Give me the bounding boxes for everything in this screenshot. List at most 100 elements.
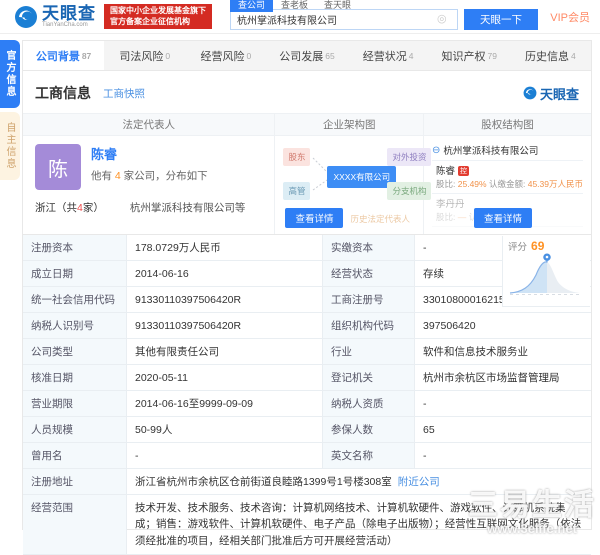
tab-label: 经营状况 [363, 48, 407, 64]
desc-post: 家公司，分布如下 [121, 170, 208, 182]
address-cell: 浙江省杭州市余杭区仓前街道良睦路1399号1号楼308室 附近公司 [127, 469, 591, 494]
collapse-icon[interactable]: ⊖ [432, 145, 440, 156]
table-row: 人员规模 50-99人 参保人数 65 [23, 417, 591, 443]
ratio-label: 股比: [436, 179, 455, 189]
org-chart-detail-button[interactable]: 查看详情 [285, 208, 343, 228]
info-value: 91330110397506420R [127, 287, 323, 312]
top-header: 天眼查 TianYanCha.com 国家中小企业发展基金旗下 官方备案企业征信… [0, 0, 600, 34]
amount-label: 认缴金额: [489, 179, 525, 189]
tab-label: 经营风险 [200, 48, 244, 64]
tab-count: 0 [165, 51, 170, 61]
info-value: 178.0729万人民币 [127, 235, 323, 260]
org-node-company-center[interactable]: XXXX有限公司 [327, 166, 396, 188]
legal-rep-name-link[interactable]: 陈睿 [91, 144, 208, 163]
info-label: 实缴资本 [323, 235, 415, 260]
info-value: 2020-05-11 [127, 365, 323, 390]
vip-member-link[interactable]: VIP会员 [550, 9, 590, 25]
tab-operating-risk[interactable]: 经营风险0 [185, 41, 266, 70]
side-tabs: 官方信息 自主信息 [0, 40, 22, 184]
search-tab-boss[interactable]: 查老板 [273, 0, 316, 12]
info-value: 2014-06-16 [127, 261, 323, 286]
table-row: 公司类型 其他有限责任公司 行业 软件和信息技术服务业 [23, 339, 591, 365]
table-row: 曾用名 - 英文名称 - [23, 443, 591, 469]
tab-label: 知识产权 [442, 48, 486, 64]
info-value: 杭州市余杭区市场监督管理局 [415, 365, 591, 390]
tab-judicial-risk[interactable]: 司法风险0 [104, 41, 185, 70]
scope-cell: 技术开发、技术服务、技术咨询：计算机网络技术、计算机软硬件、游戏软件、计算机系统… [127, 495, 591, 554]
info-label: 核准日期 [23, 365, 127, 390]
tab-history-info[interactable]: 历史信息4 [510, 41, 591, 70]
nearby-companies-link[interactable]: 附近公司 [398, 474, 440, 489]
search-input[interactable] [230, 9, 458, 30]
equity-chart-panel-title: 股权结构图 [424, 114, 591, 136]
business-snapshot-link[interactable]: 工商快照 [103, 86, 145, 101]
tianyancha-swirl-icon-small [523, 86, 537, 100]
info-label: 行业 [323, 339, 415, 364]
info-value: 65 [415, 417, 591, 442]
ratio-value: 25.49% [458, 179, 487, 189]
info-label: 注册地址 [23, 469, 127, 494]
sidebar-tab-official-info[interactable]: 官方信息 [0, 40, 20, 108]
info-label: 纳税人资质 [323, 391, 415, 416]
tab-label: 司法风险 [119, 48, 163, 64]
info-label: 工商注册号 [323, 287, 415, 312]
info-label: 公司类型 [23, 339, 127, 364]
info-value: 50-99人 [127, 417, 323, 442]
search-type-tabs: 查公司 查老板 查天眼 [230, 0, 359, 12]
gov-badge-line1: 国家中小企业发展基金旗下 [110, 6, 206, 17]
org-chart-panel: 企业架构图 股东 高管 XXXX有限公司 对外投资 分支机构 历史法定代表人 查… [275, 114, 424, 234]
tianyancha-swirl-icon [14, 5, 38, 29]
info-label: 注册资本 [23, 235, 127, 260]
scope-value: 技术开发、技术服务、技术咨询：计算机网络技术、计算机软硬件、游戏软件、计算机系统… [135, 502, 581, 547]
equity-chart-detail-button[interactable]: 查看详情 [474, 208, 532, 228]
amount-value: 45.39万人民币 [528, 179, 583, 189]
holder-name[interactable]: 陈睿 [436, 166, 455, 177]
tab-label: 历史信息 [525, 48, 569, 64]
info-value: 2014-06-16至9999-09-09 [127, 391, 323, 416]
tab-count: 4 [571, 51, 576, 61]
search-tab-company[interactable]: 查公司 [230, 0, 273, 12]
tab-operating-status[interactable]: 经营状况4 [348, 41, 429, 70]
brand-text: 天眼查 [540, 84, 579, 103]
equity-root-company[interactable]: 杭州掌派科技有限公司 [443, 143, 538, 157]
company-score-widget: 评分69 [502, 236, 590, 307]
tab-count: 0 [246, 51, 251, 61]
tab-count: 79 [488, 51, 497, 61]
info-label: 组织机构代码 [323, 313, 415, 338]
tab-company-background[interactable]: 公司背景87 [23, 41, 104, 70]
org-node-history-rep[interactable]: 历史法定代表人 [345, 210, 415, 228]
info-label: 曾用名 [23, 443, 127, 468]
related-company-name[interactable]: 杭州掌派科技有限公司等 [130, 200, 246, 215]
score-distribution-chart [508, 253, 584, 297]
legal-rep-panel-title: 法定代表人 [23, 114, 274, 136]
table-row: 核准日期 2020-05-11 登记机关 杭州市余杭区市场监督管理局 [23, 365, 591, 391]
ratio-label: 股比: [436, 212, 455, 222]
legal-rep-avatar[interactable]: 陈 [35, 144, 81, 190]
search-tab-tianyan[interactable]: 查天眼 [316, 0, 359, 12]
holder-name[interactable]: 李丹丹 [436, 199, 465, 210]
org-node-shareholder[interactable]: 股东 [283, 148, 310, 166]
gov-badge-line2: 官方备案企业征信机构 [110, 17, 206, 28]
tab-label: 公司背景 [36, 48, 80, 64]
tab-intellectual-property[interactable]: 知识产权79 [429, 41, 510, 70]
score-value: 69 [531, 239, 544, 253]
table-row: 营业期限 2014-06-16至9999-09-09 纳税人资质 - [23, 391, 591, 417]
region-label: 浙江（共4家） [35, 200, 104, 215]
info-label: 登记机关 [323, 365, 415, 390]
table-row: 纳税人识别号 91330110397506420R 组织机构代码 3975064… [23, 313, 591, 339]
sidebar-tab-self-info[interactable]: 自主信息 [0, 112, 20, 180]
legal-rep-panel: 法定代表人 陈 陈睿 他有 4 家公司，分布如下 浙江（共4家） 杭州掌派科技有… [23, 114, 275, 234]
info-label: 参保人数 [323, 417, 415, 442]
tab-company-development[interactable]: 公司发展65 [266, 41, 347, 70]
tab-count: 4 [409, 51, 414, 61]
info-value: 其他有限责任公司 [127, 339, 323, 364]
info-label: 经营状态 [323, 261, 415, 286]
org-node-executive[interactable]: 高管 [283, 182, 310, 200]
info-label: 成立日期 [23, 261, 127, 286]
search-button[interactable]: 天眼一下 [464, 9, 538, 30]
logo-text-cn: 天眼查 [42, 5, 96, 22]
search-area: 查公司 查老板 查天眼 ◎ 天眼一下 [230, 9, 538, 30]
gov-certification-badge: 国家中小企业发展基金旗下 官方备案企业征信机构 [104, 4, 212, 30]
camera-search-icon[interactable]: ◎ [437, 12, 450, 25]
tianyancha-logo[interactable]: 天眼查 TianYanCha.com [14, 5, 96, 29]
